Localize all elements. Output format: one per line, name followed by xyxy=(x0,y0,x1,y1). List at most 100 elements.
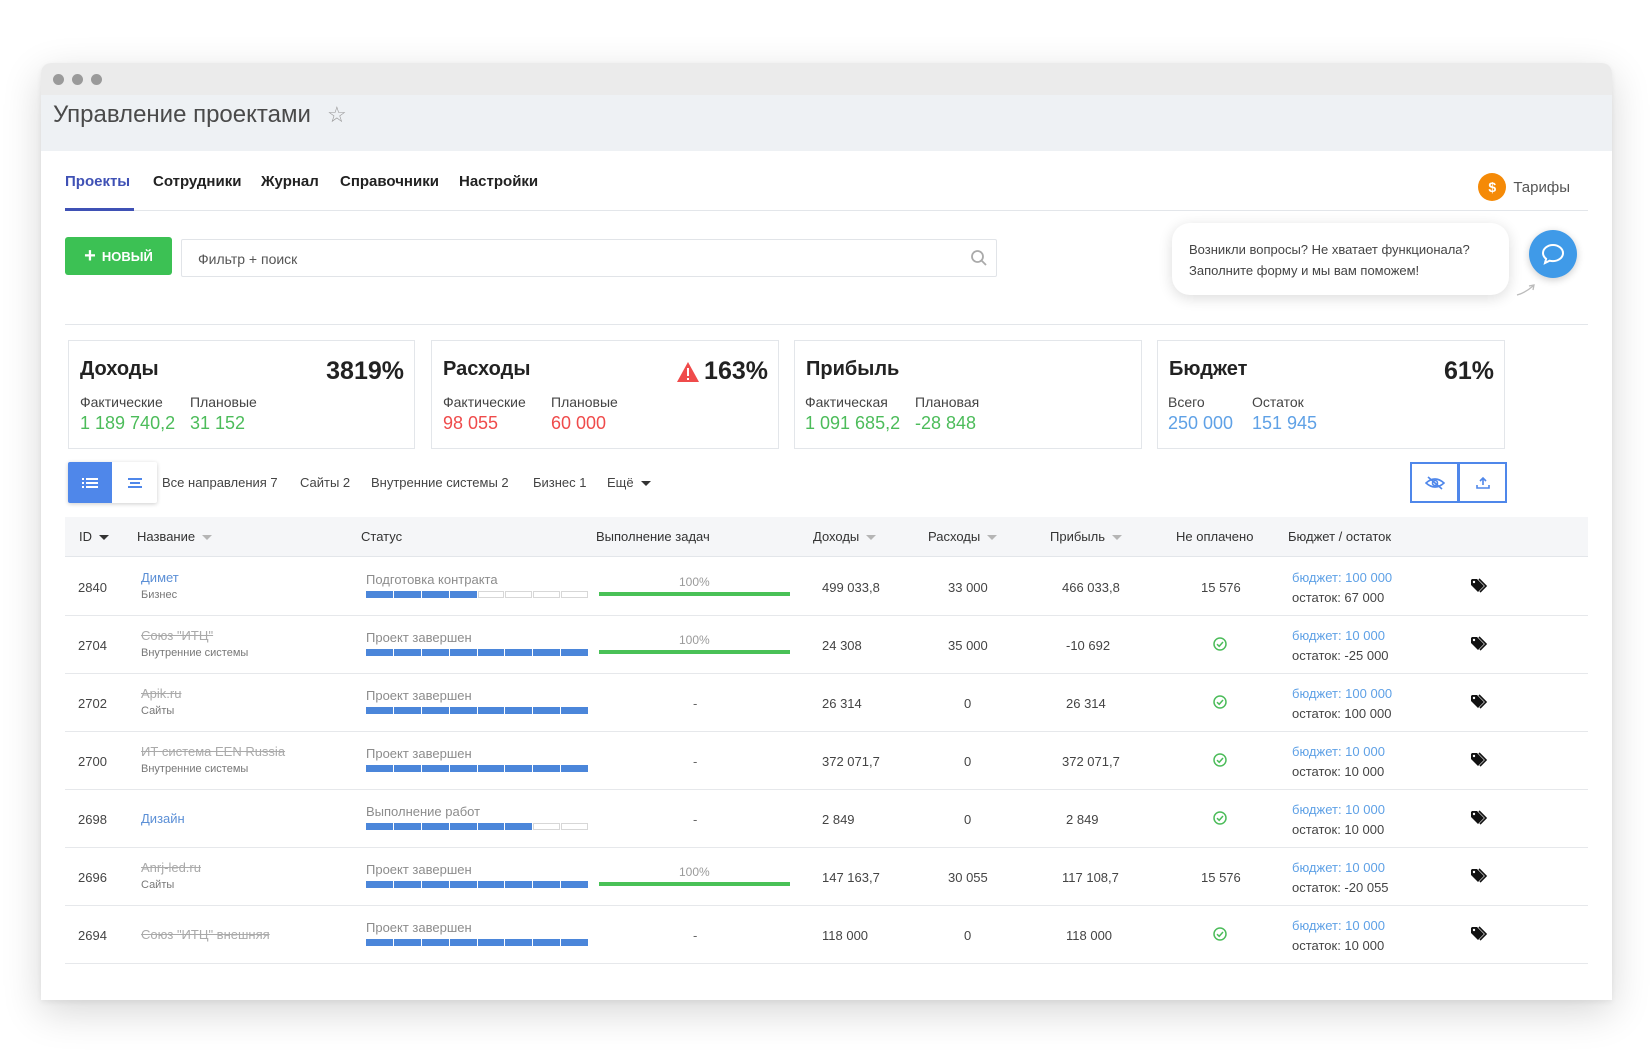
project-name-link[interactable]: Apik.ru xyxy=(141,686,181,701)
card-value-actual: 1 091 685,2 xyxy=(805,413,901,433)
tag-icon[interactable] xyxy=(1470,752,1488,773)
filter-sites[interactable]: Сайты 2 xyxy=(300,475,350,490)
status-segment xyxy=(421,765,449,772)
filter-all[interactable]: Все направления 7 xyxy=(162,475,278,490)
budget-value: бюджет: 10 000 xyxy=(1292,744,1385,759)
budget-value: бюджет: 10 000 xyxy=(1292,802,1385,817)
tab-employees[interactable]: Сотрудники xyxy=(153,173,241,190)
task-progress-label: 100% xyxy=(679,865,710,879)
status-progress xyxy=(366,591,589,598)
rest-value: остаток: 10 000 xyxy=(1292,764,1385,779)
table-row[interactable]: 2694 Союз "ИТЦ" внешняя Проект завершен - 11… xyxy=(65,906,1588,964)
status-progress xyxy=(366,823,589,830)
income-value: 118 000 xyxy=(822,928,869,943)
task-progress-label: 100% xyxy=(679,575,710,589)
rest-value: остаток: 100 000 xyxy=(1292,706,1392,721)
help-bubble[interactable]: Возникли вопросы? Не хватает функционала… xyxy=(1172,223,1509,295)
project-name-link[interactable]: ИТ система EEN Russia xyxy=(141,744,285,759)
unpaid-value: 15 576 xyxy=(1201,580,1241,595)
table-row[interactable]: 2696 Anrj-led.ru Сайты Проект завершен 100% 1… xyxy=(65,848,1588,906)
card-label-planned: Плановая xyxy=(915,394,980,410)
project-status: Проект завершен xyxy=(366,920,472,935)
search-input[interactable]: Фильтр + поиск xyxy=(181,239,997,277)
status-segment xyxy=(449,649,477,656)
table-row[interactable]: 2840 Димет Бизнес Подготовка контракта 100% 4… xyxy=(65,558,1588,616)
filter-business[interactable]: Бизнес 1 xyxy=(533,475,587,490)
row-id: 2698 xyxy=(78,812,107,827)
project-status: Проект завершен xyxy=(366,746,472,761)
project-name-link[interactable]: Дизайн xyxy=(141,811,185,826)
project-name-link[interactable]: Димет xyxy=(141,570,179,585)
status-segment xyxy=(393,707,421,714)
column-header-unpaid[interactable]: Не оплачено xyxy=(1176,529,1253,544)
column-header-budget[interactable]: Бюджет / остаток xyxy=(1288,529,1391,544)
column-header-id[interactable]: ID xyxy=(79,529,109,544)
profit-card: Прибыль Фактическая 1 091 685,2 Плановая… xyxy=(794,340,1142,449)
tab-references[interactable]: Справочники xyxy=(340,173,439,190)
tab-journal[interactable]: Журнал xyxy=(261,173,319,190)
tag-icon[interactable] xyxy=(1470,926,1488,947)
new-project-button[interactable]: + НОВЫЙ xyxy=(65,237,172,275)
project-status: Выполнение работ xyxy=(366,804,481,819)
hide-columns-button[interactable] xyxy=(1410,462,1459,503)
check-circle-icon xyxy=(1213,695,1227,714)
filter-more[interactable]: Ещё xyxy=(607,475,651,490)
status-segment xyxy=(505,881,533,888)
project-name-link[interactable]: Anrj-led.ru xyxy=(141,860,201,875)
status-progress xyxy=(366,881,589,888)
column-label: ID xyxy=(79,529,92,544)
export-button[interactable] xyxy=(1458,462,1507,503)
column-label: Доходы xyxy=(813,529,860,544)
status-progress xyxy=(366,707,589,714)
tariffs-link[interactable]: $ Тарифы xyxy=(1478,173,1570,201)
column-label: Название xyxy=(137,529,196,544)
tab-projects[interactable]: Проекты xyxy=(65,173,130,190)
tab-settings[interactable]: Настройки xyxy=(459,173,538,190)
chat-button[interactable] xyxy=(1529,230,1577,278)
table-row[interactable]: 2700 ИТ система EEN Russia Внутренние сист… xyxy=(65,732,1588,790)
project-category: Сайты xyxy=(141,879,175,891)
column-header-income[interactable]: Доходы xyxy=(813,529,877,544)
sort-down-icon xyxy=(1111,535,1122,541)
status-segment xyxy=(366,649,393,656)
app-content: Проекты Сотрудники Журнал Справочники На… xyxy=(41,63,1612,1000)
compact-view-button[interactable] xyxy=(112,462,157,503)
column-header-status[interactable]: Статус xyxy=(361,529,402,544)
column-header-name[interactable]: Название xyxy=(137,529,213,544)
expenses-card: Расходы 163% Фактические 98 055 Плановые… xyxy=(431,340,779,449)
project-name-link[interactable]: Союз "ИТЦ" внешняя xyxy=(141,927,270,942)
expense-value: 30 055 xyxy=(948,870,988,885)
table-row[interactable]: 2698 Дизайн Выполнение работ - 2 849 0 2 849 бю… xyxy=(65,790,1588,848)
rest-value: остаток: 10 000 xyxy=(1292,938,1385,953)
status-segment xyxy=(393,939,421,946)
column-header-profit[interactable]: Прибыль xyxy=(1050,529,1122,544)
project-name-link[interactable]: Союз "ИТЦ" xyxy=(141,628,213,643)
tag-icon[interactable] xyxy=(1470,810,1488,831)
tag-icon[interactable] xyxy=(1470,636,1488,657)
status-segment xyxy=(533,649,561,656)
expense-value: 0 xyxy=(964,754,972,769)
filter-more-label: Ещё xyxy=(607,475,634,490)
status-segment xyxy=(366,939,393,946)
status-segment xyxy=(421,649,449,656)
income-value: 2 849 xyxy=(822,812,855,827)
tag-icon[interactable] xyxy=(1470,578,1488,599)
income-value: 499 033,8 xyxy=(822,580,880,595)
filter-internal[interactable]: Внутренние системы 2 xyxy=(371,475,509,490)
search-icon[interactable] xyxy=(970,249,988,267)
table-row[interactable]: 2702 Apik.ru Сайты Проект завершен - 26 314 0 2… xyxy=(65,674,1588,732)
status-segment xyxy=(477,881,505,888)
tariffs-label: Тарифы xyxy=(1513,178,1570,196)
table-row[interactable]: 2704 Союз "ИТЦ" Внутренние системы Проект з… xyxy=(65,616,1588,674)
search-placeholder: Фильтр + поиск xyxy=(198,251,298,267)
status-segment xyxy=(561,591,588,598)
column-header-tasks[interactable]: Выполнение задач xyxy=(596,529,710,544)
column-header-expenses[interactable]: Расходы xyxy=(928,529,998,544)
tag-icon[interactable] xyxy=(1470,694,1488,715)
project-status: Проект завершен xyxy=(366,630,472,645)
task-progress-label: - xyxy=(693,812,698,827)
status-segment xyxy=(421,823,449,830)
tag-icon[interactable] xyxy=(1470,868,1488,889)
card-value-total: 250 000 xyxy=(1168,413,1234,433)
list-view-button[interactable] xyxy=(68,462,112,503)
